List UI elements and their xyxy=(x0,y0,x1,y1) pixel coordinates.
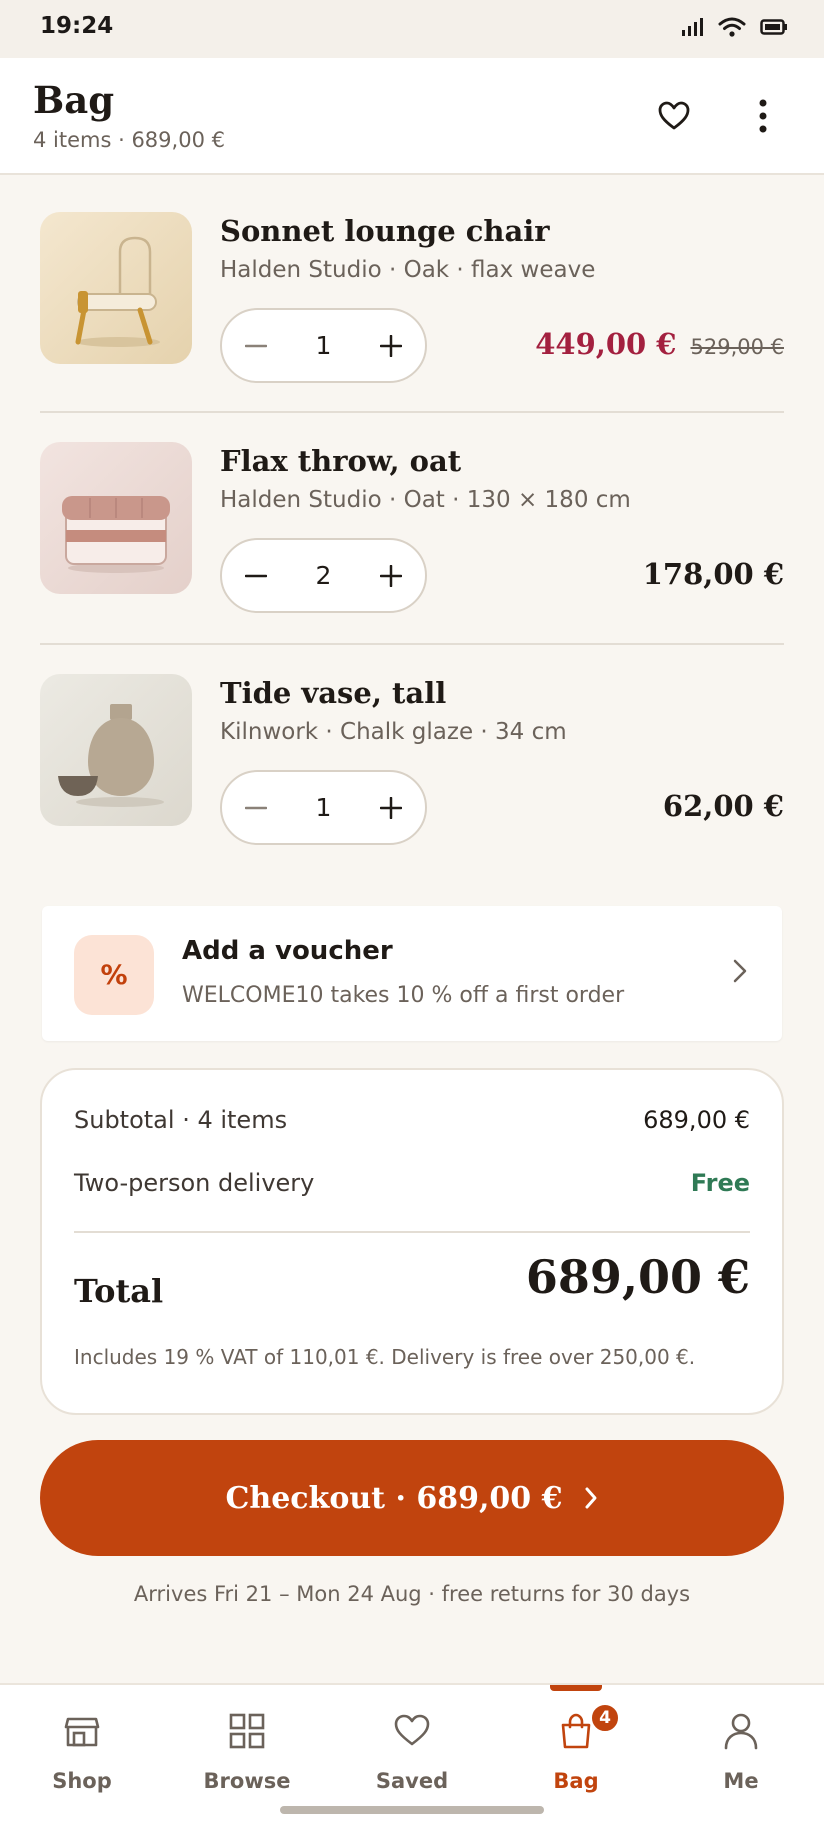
nav-label: Saved xyxy=(375,1769,449,1793)
nav-item-saved[interactable]: Saved xyxy=(330,1685,494,1805)
nav-label: Me xyxy=(723,1769,759,1793)
vase-image[interactable] xyxy=(40,674,192,826)
item-divider xyxy=(40,411,784,413)
cart-item: Flax throw, oat Halden Studio · Oat · 13… xyxy=(40,442,784,672)
nav-item-shop[interactable]: Shop xyxy=(0,1685,164,1805)
cart-item: Sonnet lounge chair Halden Studio · Oak … xyxy=(40,212,784,442)
subtotal-label: Subtotal · 4 items xyxy=(74,1106,288,1134)
price-row: 62,00 € xyxy=(663,789,784,823)
total-label: Total xyxy=(74,1272,164,1310)
more-options-button[interactable] xyxy=(735,88,791,144)
quantity-stepper: 1 xyxy=(220,308,427,383)
decrease-quantity-button[interactable] xyxy=(222,772,290,843)
percent-icon: % xyxy=(74,935,154,1015)
minus-icon xyxy=(245,574,267,577)
plus-icon xyxy=(380,334,402,357)
subtotal-row: Subtotal · 4 items 689,00 € xyxy=(74,1106,750,1134)
quantity-value: 2 xyxy=(315,561,332,590)
grid-icon xyxy=(229,1713,265,1749)
item-price: 178,00 € xyxy=(642,557,784,591)
nav-label: Shop xyxy=(52,1769,112,1793)
app-header: Bag 4 items · 689,00 € xyxy=(0,58,824,175)
price-row: 449,00 € 529,00 € xyxy=(535,327,784,361)
arrival-note: Arrives Fri 21 – Mon 24 Aug · free retur… xyxy=(133,1582,691,1606)
add-voucher-row[interactable]: % Add a voucher WELCOME10 takes 10 % off… xyxy=(42,906,782,1041)
original-price: 529,00 € xyxy=(690,335,784,359)
status-time: 19:24 xyxy=(40,13,114,39)
nav-item-browse[interactable]: Browse xyxy=(165,1685,329,1805)
decrease-quantity-button[interactable] xyxy=(222,540,290,611)
wifi-icon xyxy=(718,17,746,37)
minus-icon xyxy=(245,806,267,809)
price-row: 178,00 € xyxy=(643,557,784,591)
battery-icon xyxy=(760,19,787,35)
item-meta: Halden Studio · Oak · flax weave xyxy=(220,257,596,283)
checkout-button[interactable]: Checkout · 689,00 € xyxy=(40,1440,784,1556)
folded-throw-image[interactable] xyxy=(40,442,192,594)
chevron-right-icon xyxy=(585,1487,597,1509)
person-icon xyxy=(724,1713,758,1750)
total-value: 689,00 € xyxy=(525,1250,750,1304)
page-title: Bag xyxy=(33,78,115,122)
plus-icon xyxy=(380,564,402,587)
subtotal-value: 689,00 € xyxy=(643,1106,750,1134)
item-meta: Halden Studio · Oat · 130 × 180 cm xyxy=(220,487,631,513)
nav-item-bag[interactable]: 4 Bag xyxy=(494,1685,658,1805)
quantity-value: 1 xyxy=(315,331,332,360)
chevron-right-icon xyxy=(733,959,747,983)
active-tab-indicator xyxy=(550,1685,602,1691)
increase-quantity-button[interactable] xyxy=(357,772,425,843)
increase-quantity-button[interactable] xyxy=(357,310,425,381)
item-price: 62,00 € xyxy=(662,789,784,823)
cart-item: Tide vase, tall Kilnwork · Chalk glaze ·… xyxy=(40,674,784,904)
quantity-stepper: 1 xyxy=(220,770,427,845)
lounge-chair-image[interactable] xyxy=(40,212,192,364)
voucher-title: Add a voucher xyxy=(182,936,393,966)
order-summary-card: Subtotal · 4 items 689,00 € Two-person d… xyxy=(40,1068,784,1415)
summary-divider xyxy=(74,1231,750,1233)
home-indicator[interactable] xyxy=(280,1806,544,1814)
heart-icon xyxy=(658,101,690,130)
increase-quantity-button[interactable] xyxy=(357,540,425,611)
status-bar: 19:24 xyxy=(0,0,824,58)
voucher-description: WELCOME10 takes 10 % off a first order xyxy=(182,983,625,1008)
checkout-label: Checkout · 689,00 € xyxy=(225,1480,563,1516)
sale-price: 449,00 € xyxy=(535,327,677,361)
nav-label: Bag xyxy=(553,1769,599,1793)
item-name[interactable]: Sonnet lounge chair xyxy=(220,214,550,248)
bag-count-badge: 4 xyxy=(590,1703,620,1733)
storefront-icon xyxy=(64,1717,100,1747)
item-name[interactable]: Flax throw, oat xyxy=(220,444,461,478)
quantity-value: 1 xyxy=(315,793,332,822)
more-vertical-icon xyxy=(759,99,767,133)
status-icons xyxy=(680,16,788,38)
heart-icon xyxy=(394,1714,430,1746)
item-divider xyxy=(40,643,784,645)
quantity-stepper: 2 xyxy=(220,538,427,613)
decrease-quantity-button[interactable] xyxy=(222,310,290,381)
plus-icon xyxy=(380,796,402,819)
vat-delivery-note: Includes 19 % VAT of 110,01 €. Delivery … xyxy=(74,1345,696,1369)
wishlist-button[interactable] xyxy=(646,88,702,144)
delivery-row: Two-person delivery Free xyxy=(74,1169,750,1197)
bag-summary-subtitle: 4 items · 689,00 € xyxy=(33,128,225,152)
minus-icon xyxy=(245,344,267,347)
delivery-value: Free xyxy=(690,1169,750,1197)
item-meta: Kilnwork · Chalk glaze · 34 cm xyxy=(220,719,567,745)
nav-item-me[interactable]: Me xyxy=(659,1685,823,1805)
signal-icon xyxy=(682,18,703,36)
item-name[interactable]: Tide vase, tall xyxy=(220,676,446,710)
delivery-label: Two-person delivery xyxy=(74,1169,315,1197)
nav-label: Browse xyxy=(203,1769,291,1793)
